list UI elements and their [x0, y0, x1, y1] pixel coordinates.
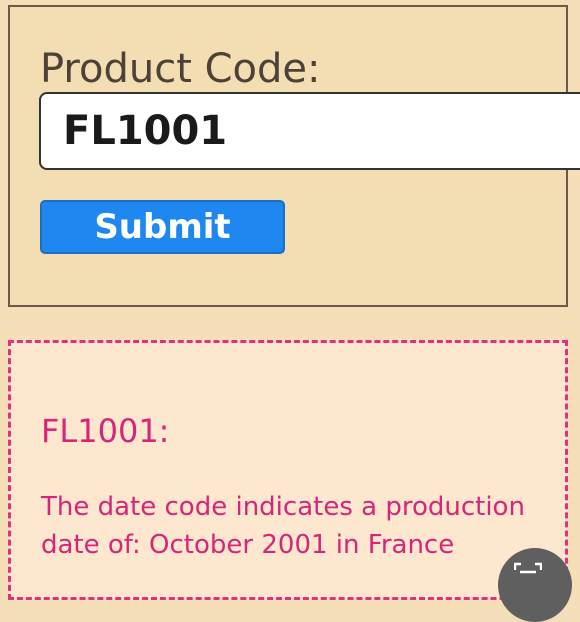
product-code-input[interactable]	[39, 92, 580, 170]
scan-text-icon	[514, 562, 542, 574]
scan-text-button[interactable]	[498, 548, 572, 622]
result-panel: FL1001: The date code indicates a produc…	[8, 340, 568, 600]
submit-button[interactable]: Submit	[40, 200, 285, 254]
product-code-form: Product Code: Submit	[8, 5, 580, 307]
product-code-label: Product Code:	[40, 46, 321, 92]
result-message: The date code indicates a production dat…	[41, 492, 525, 560]
result-title: FL1001:	[41, 412, 170, 450]
